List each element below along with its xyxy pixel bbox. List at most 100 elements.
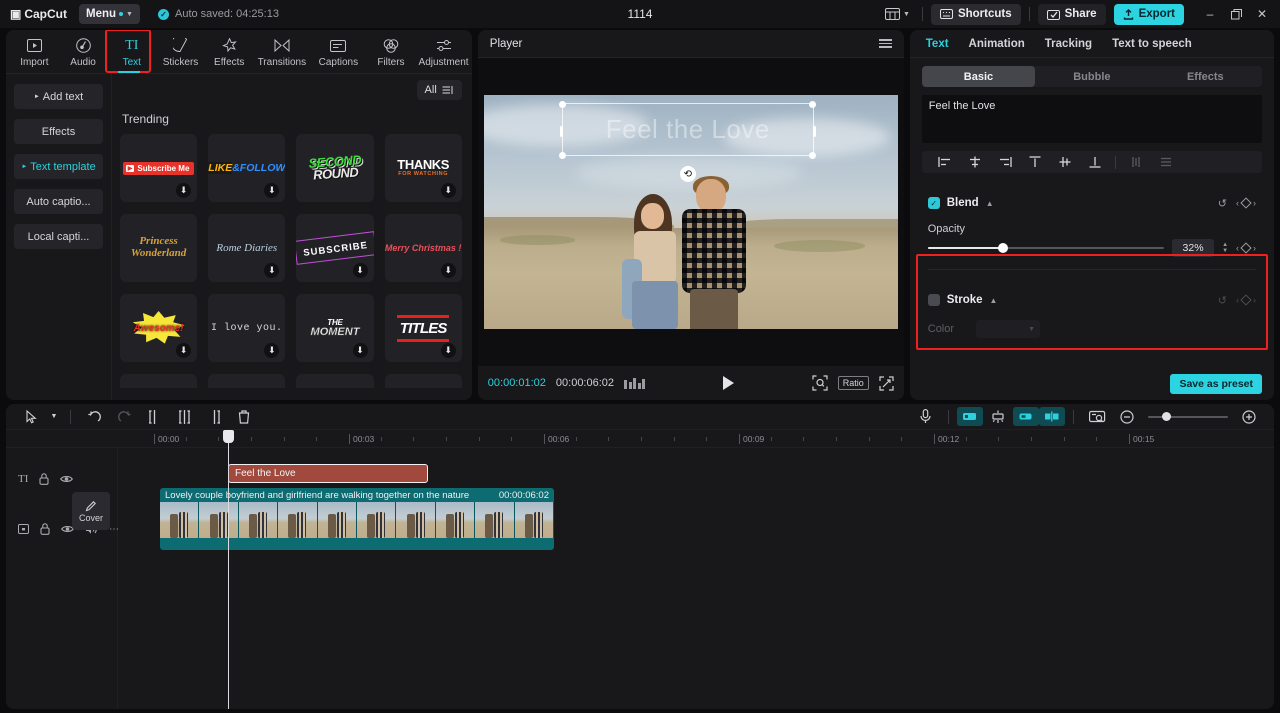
split-icon[interactable]	[139, 406, 169, 428]
blend-checkbox[interactable]: ✓	[927, 197, 940, 209]
resize-handle-top-right[interactable]	[809, 100, 817, 108]
download-icon[interactable]: ⬇	[352, 343, 368, 358]
shortcuts-button[interactable]: Shortcuts	[930, 3, 1021, 25]
tab-transitions[interactable]: Transitions	[254, 35, 311, 68]
cover-button[interactable]: Cover	[72, 492, 110, 530]
tab-text[interactable]: Text	[926, 38, 949, 50]
chevron-up-icon[interactable]: ▲	[986, 199, 994, 208]
zoom-out-icon[interactable]	[1112, 406, 1142, 428]
tab-effects[interactable]: Effects	[205, 35, 254, 68]
segment-effects[interactable]: Effects	[1149, 66, 1262, 87]
opacity-value[interactable]: 32%	[1172, 239, 1215, 257]
timeline-ruler[interactable]: 00:00 00:03 00:06 00:09 00:12 00:15	[6, 430, 1274, 448]
record-voiceover-icon[interactable]	[910, 406, 940, 428]
play-button[interactable]	[722, 376, 734, 390]
playhead[interactable]	[223, 430, 234, 709]
prev-keyframe-icon[interactable]: ‹	[1236, 295, 1239, 305]
trim-left-icon[interactable]	[169, 406, 199, 428]
resize-handle-bottom-left[interactable]	[559, 151, 567, 159]
tab-captions[interactable]: Captions	[310, 35, 367, 68]
layout-button[interactable]: ▼	[881, 6, 914, 22]
next-keyframe-icon[interactable]: ›	[1253, 198, 1256, 208]
player-menu-icon[interactable]	[878, 39, 892, 48]
sidebar-item-effects[interactable]: Effects	[14, 119, 103, 144]
timeline-video-clip[interactable]: Lovely couple boyfriend and girlfriend a…	[160, 488, 554, 550]
auto-cut-icon[interactable]	[957, 407, 983, 426]
download-icon[interactable]: ⬇	[440, 263, 456, 278]
tab-filters[interactable]: Filters	[367, 35, 416, 68]
mirror-icon[interactable]	[1039, 407, 1065, 426]
keyframe-icon[interactable]	[1240, 197, 1252, 209]
video-preview[interactable]: Feel the Love ⟲	[483, 95, 898, 329]
align-left-icon[interactable]	[930, 151, 960, 173]
tab-text[interactable]: TI Text	[107, 35, 156, 69]
delete-icon[interactable]	[229, 406, 259, 428]
menu-button[interactable]: Menu ▼	[79, 4, 140, 24]
export-button[interactable]: Export	[1113, 3, 1184, 25]
rotate-handle-icon[interactable]: ⟲	[679, 166, 696, 182]
minimize-button[interactable]: –	[1198, 3, 1222, 25]
download-icon[interactable]: ⬇	[264, 263, 280, 278]
template-card[interactable]: ▶ Subscribe Me ⬇	[120, 134, 198, 202]
template-card[interactable]: Rome Diaries ⬇	[208, 214, 286, 282]
align-center-icon[interactable]	[960, 151, 990, 173]
select-tool-icon[interactable]	[16, 406, 46, 428]
download-icon[interactable]: ⬇	[440, 183, 456, 198]
eye-icon[interactable]	[60, 474, 74, 484]
resize-handle-top-left[interactable]	[559, 100, 567, 108]
resize-handle-right[interactable]	[812, 126, 816, 137]
link-icon[interactable]	[1013, 407, 1039, 426]
template-card[interactable]: LIKE&FOLLOW ⬇	[208, 134, 286, 202]
zoom-slider[interactable]	[1148, 411, 1228, 421]
chevron-up-icon[interactable]: ▲	[990, 296, 998, 305]
template-card[interactable]: THE MOMENT ⬇	[296, 294, 374, 362]
select-tool-dropdown-icon[interactable]: ▼	[46, 406, 62, 428]
segment-bubble[interactable]: Bubble	[1035, 66, 1148, 87]
opacity-keyframe-control[interactable]: ‹ ›	[1236, 242, 1256, 254]
align-right-icon[interactable]	[990, 151, 1020, 173]
sidebar-item-text-template[interactable]: ► Text template	[14, 154, 103, 179]
align-middle-icon[interactable]	[1050, 151, 1080, 173]
template-card[interactable]: THANKS FOR WATCHING ⬇	[384, 134, 462, 202]
tab-import[interactable]: Import	[10, 35, 59, 68]
download-icon[interactable]: ⬇	[264, 343, 280, 358]
adsorption-icon[interactable]	[983, 406, 1013, 428]
sidebar-item-auto-captions[interactable]: Auto captio...	[14, 189, 103, 214]
cover-settings-icon[interactable]	[1082, 406, 1112, 428]
prev-keyframe-icon[interactable]: ‹	[1236, 198, 1239, 208]
download-icon[interactable]: ⬇	[176, 183, 192, 198]
zoom-fit-icon[interactable]	[812, 375, 828, 391]
trim-right-icon[interactable]	[199, 406, 229, 428]
template-card[interactable]: Princess Wonderland	[120, 214, 198, 282]
next-keyframe-icon[interactable]: ›	[1253, 243, 1256, 253]
download-icon[interactable]: ⬇	[352, 263, 368, 278]
opacity-slider-knob[interactable]	[998, 243, 1009, 253]
save-as-preset-button[interactable]: Save as preset	[1170, 374, 1263, 394]
tab-tracking[interactable]: Tracking	[1045, 38, 1092, 50]
reset-icon[interactable]: ↺	[1218, 197, 1227, 210]
sidebar-item-add-text[interactable]: ► Add text	[14, 84, 103, 109]
keyframe-icon[interactable]	[1240, 294, 1252, 306]
tab-adjustment[interactable]: Adjustment	[415, 35, 471, 68]
template-card[interactable]: Merry Christmas ! ⬇	[384, 214, 462, 282]
download-icon[interactable]: ⬇	[440, 343, 456, 358]
align-bottom-icon[interactable]	[1080, 151, 1110, 173]
text-overlay-box[interactable]: Feel the Love ⟲	[559, 100, 817, 182]
keyframe-icon[interactable]	[1240, 242, 1252, 254]
opacity-slider[interactable]	[927, 243, 1165, 253]
prev-keyframe-icon[interactable]: ‹	[1236, 243, 1239, 253]
lock-icon[interactable]	[40, 523, 50, 535]
template-card[interactable]	[208, 374, 286, 388]
align-top-icon[interactable]	[1020, 151, 1050, 173]
stroke-color-select[interactable]: ▼	[976, 320, 1041, 338]
levels-icon[interactable]	[624, 377, 646, 389]
tab-animation[interactable]: Animation	[969, 38, 1025, 50]
keyframe-control[interactable]: ‹ ›	[1236, 197, 1256, 209]
ratio-button[interactable]: Ratio	[837, 376, 869, 390]
download-icon[interactable]: ⬇	[176, 343, 192, 358]
template-card[interactable]: I love you. ⬇	[208, 294, 286, 362]
zoom-in-icon[interactable]	[1234, 406, 1264, 428]
filter-all-button[interactable]: All	[416, 80, 462, 100]
sidebar-item-local-captions[interactable]: Local capti...	[14, 224, 103, 249]
opacity-stepper[interactable]: ▲ ▼	[1222, 242, 1228, 254]
